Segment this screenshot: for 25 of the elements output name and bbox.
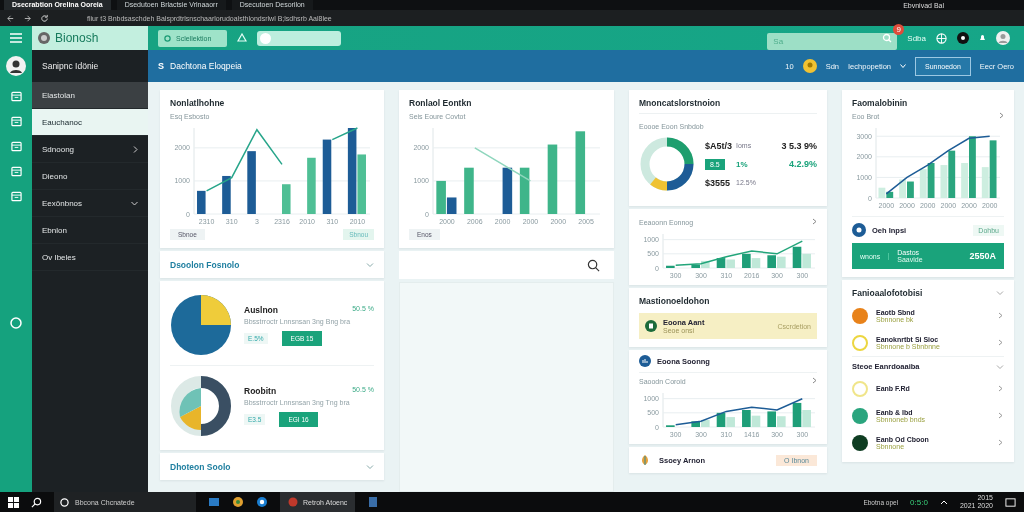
page-title: Dachtona Eloqpeia [170, 61, 242, 71]
card-title: Fanioaalofotobisi [852, 288, 923, 298]
user-name: Sanipnc Idönie [41, 60, 100, 73]
card-title: Ronlaol Eontkn [409, 98, 473, 108]
total-value: $3555 [705, 177, 732, 188]
amount-value: $A5t/3 [705, 140, 732, 151]
breakdown-title: Roobitn [244, 385, 277, 396]
change-value: 3 5.3 9% [780, 140, 817, 151]
section-header[interactable]: Dsoolon Fosnolo [160, 251, 384, 278]
sidebar-item[interactable]: Eauchanoc [32, 109, 148, 136]
brand-name: Bionosh [55, 31, 99, 45]
notification-badge: 9 [893, 23, 905, 35]
timer-label: 0:5:0 [910, 497, 928, 507]
card-title: Mnoncatslorstnoion [639, 98, 817, 114]
card-title: Nonlatlhohne [170, 98, 226, 108]
card-title: Mastionoeldohon [639, 296, 711, 306]
badge-suffix: 1% [736, 159, 749, 169]
growth-value: 4.2.9% [787, 159, 817, 169]
breakdown-title: Auslnon [244, 304, 278, 315]
section-header[interactable]: Dhoteon Soolo [160, 453, 384, 480]
sidebar-item[interactable]: Elastolan [32, 82, 148, 109]
banner-value: 2550A [969, 251, 996, 261]
card-title: Faomalobinin [852, 98, 909, 108]
page-icon-letter: S [158, 61, 164, 71]
search-field[interactable]: Sa [767, 32, 898, 50]
